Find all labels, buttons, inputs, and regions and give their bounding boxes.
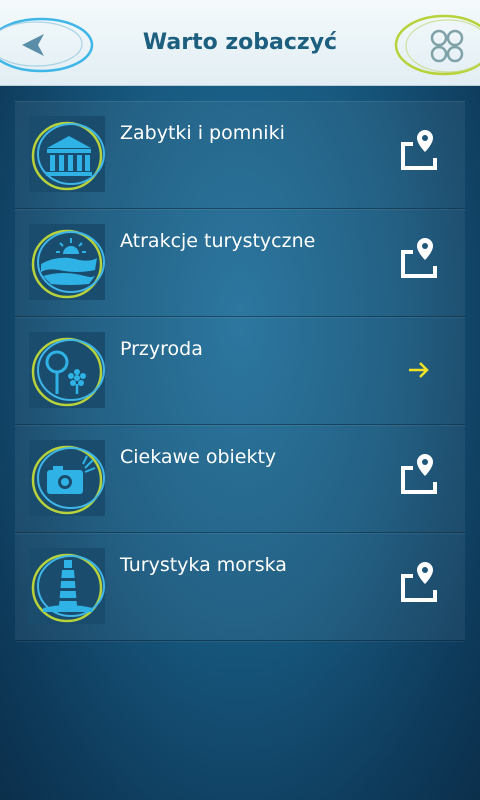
lighthouse-icon — [29, 548, 105, 624]
list-item-ciekawe-obiekty[interactable]: Ciekawe obiekty — [15, 426, 465, 533]
category-list: Zabytki i pomniki Atrakcje turystyczne P… — [15, 101, 465, 641]
list-item-zabytki[interactable]: Zabytki i pomniki — [15, 102, 465, 209]
menu-button[interactable] — [392, 12, 480, 78]
list-item-atrakcje[interactable]: Atrakcje turystyczne — [15, 210, 465, 317]
map-pin-icon[interactable] — [397, 128, 443, 174]
header-bar: Warto zobaczyć — [0, 0, 480, 86]
map-pin-icon[interactable] — [397, 452, 443, 498]
landscape-sunrise-icon — [29, 224, 105, 300]
list-item-label: Ciekawe obiekty — [120, 446, 277, 468]
list-item-label: Zabytki i pomniki — [120, 122, 285, 144]
arrow-right-icon[interactable] — [407, 360, 431, 380]
list-item-przyroda[interactable]: Przyroda — [15, 318, 465, 425]
list-item-label: Turystyka morska — [120, 554, 287, 576]
monument-building-icon — [29, 116, 105, 192]
list-item-turystyka-morska[interactable]: Turystyka morska — [15, 534, 465, 641]
grid-menu-icon — [394, 14, 480, 76]
list-item-label: Przyroda — [120, 338, 203, 360]
camera-icon — [29, 440, 105, 516]
tree-flower-icon — [29, 332, 105, 408]
list-item-label: Atrakcje turystyczne — [120, 230, 316, 252]
map-pin-icon[interactable] — [397, 560, 443, 606]
map-pin-icon[interactable] — [397, 236, 443, 282]
